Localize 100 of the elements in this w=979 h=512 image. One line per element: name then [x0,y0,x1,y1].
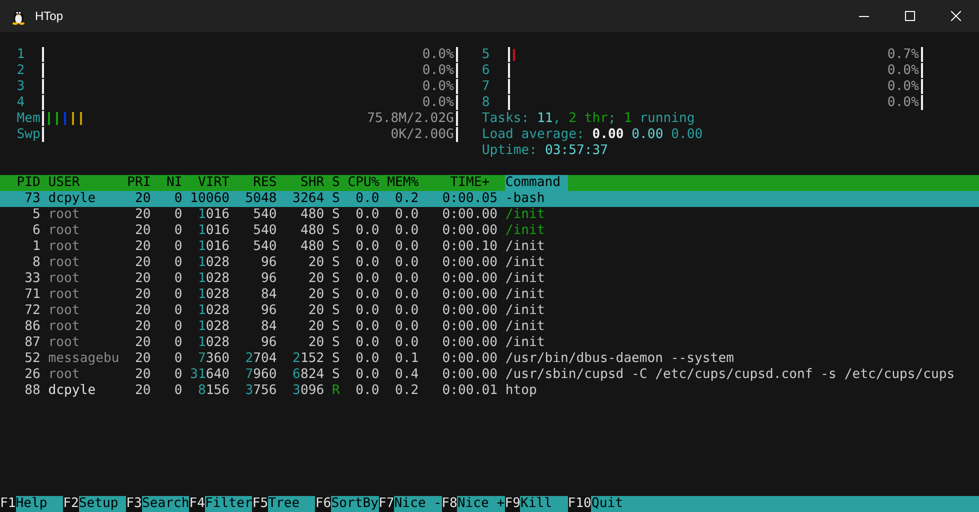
function-key-button[interactable]: F3Search [126,496,190,512]
column-header[interactable]: NI [158,175,182,191]
column-header[interactable]: Command [505,175,568,191]
table-cell-text: 8156 [196,383,230,399]
table-cell-text: 6 [32,223,40,239]
table-cell-text: 0:00.10 [441,239,498,255]
function-key-button[interactable]: F10Quit [568,496,639,512]
table-cell-text: 20 [134,239,151,255]
cpu-label: 4 [16,95,26,111]
function-key-button[interactable]: F4Filter [189,496,252,512]
function-key-button[interactable]: F8Nice + [442,496,505,512]
table-cell-text: 0:00.00 [441,367,498,383]
process-row[interactable]: 72 root 20 0 1028 96 20 S 0.0 0.0 0:00.00 /init [0,303,979,319]
table-cell: /init [505,287,545,303]
table-cell-text: 1016 [196,239,230,255]
table-cell: /init [505,223,545,239]
cpu-label: 2 [16,63,26,79]
process-row[interactable]: 8 root 20 0 1028 96 20 S 0.0 0.0 0:00.00 /init [0,255,979,271]
table-cell-text: root [48,303,81,319]
swap-reading: 0K/2.00G [390,126,454,142]
cpu-label: 7 [482,79,491,95]
column-header[interactable]: TIME+ [426,175,498,191]
memory-reading: 75.8M/2.02G [367,110,454,126]
column-header[interactable]: PRI [127,175,151,191]
process-row[interactable]: 86 root 20 0 1028 84 20 S 0.0 0.0 0:00.00 /init [0,319,979,335]
table-cell-text: 20 [307,255,324,271]
cpu-reading: 0.0% [887,94,919,110]
table-cell: 31640 [190,367,230,383]
column-header[interactable]: VIRT [190,175,230,191]
table-cell-text: 0 [173,319,182,335]
table-cell-text: 0 [173,351,182,367]
table-cell-text: 0.0 [354,271,380,287]
cpu-reading: 0.7% [887,46,919,62]
table-cell-text: root [48,239,81,255]
table-cell-text: 0:00.00 [441,303,498,319]
table-cell-text: 2704 [244,351,277,367]
function-key-button[interactable]: F2Setup [63,496,126,512]
table-cell-text: 1016 [196,207,230,223]
table-cell-text: 0.0 [354,239,380,255]
column-header[interactable]: SHR [284,175,324,191]
table-cell-text: 540 [252,239,277,255]
cpu-reading: 0.0% [887,78,919,94]
process-row[interactable]: 73 dcpyle 20 0 10060 5048 3264 S 0.0 0.2 0:00.05 -bash [0,191,979,207]
table-cell-text: 20 [307,271,324,287]
process-row[interactable]: 71 root 20 0 1028 84 20 S 0.0 0.0 0:00.00 /init [0,287,979,303]
table-cell-text: 0.0 [354,383,380,399]
column-header[interactable]: CPU% [348,175,380,191]
table-cell-text: 0.0 [394,271,419,287]
table-cell: -bash [505,191,545,207]
table-cell-text: 0:00.01 [441,383,498,399]
function-key-button[interactable]: F6SortBy [315,496,379,512]
table-cell-text: 0.0 [394,303,419,319]
function-key-button[interactable]: F9Kill [504,496,568,512]
table-cell-text: 20 [134,351,151,367]
table-cell-text: 84 [260,319,277,335]
column-header[interactable]: USER [48,175,120,191]
process-row[interactable]: 87 root 20 0 1028 96 20 S 0.0 0.0 0:00.00 /init [0,335,979,351]
process-row[interactable]: 88 dcpyle 20 0 8156 3756 3096 R 0.0 0.2 0:00.01 htop [0,383,979,399]
table-cell: /usr/sbin/cupsd -C /etc/cups/cupsd.conf -s /etc/cups/cups [505,367,955,383]
cpu-reading: 0.0% [887,62,919,78]
table-cell-text: 0 [173,383,182,399]
table-cell-text: 72 [24,303,40,319]
table-cell-text: 20 [134,191,151,207]
table-cell: 10060 [190,191,230,207]
table-cell-text: 0 [173,287,182,303]
table-cell-text: 0.0 [394,255,419,271]
table-cell-text: 96 [260,255,277,271]
table-cell-text: 20 [134,223,151,239]
table-cell-text: 5048 [244,191,277,207]
system-info-line: Load average: 0.00 0.00 0.00 [482,127,703,143]
column-header[interactable]: S [332,175,340,191]
table-cell: S [332,335,340,351]
table-cell-text: 0:00.00 [441,319,498,335]
table-cell-text: 88 [24,383,40,399]
table-cell: /init [505,207,545,223]
table-cell-text: 0:00.00 [441,255,498,271]
table-cell-text: 33 [24,271,40,287]
table-cell-text: 0 [173,191,182,207]
process-row[interactable]: 26 root 20 0 31640 7960 6824 S 0.0 0.4 0:00.00 /usr/sbin/cupsd -C /etc/cups/cupsd.conf -s /etc/cups/cups [0,367,979,383]
table-cell-text: 96 [260,335,277,351]
process-row[interactable]: 33 root 20 0 1028 96 20 S 0.0 0.0 0:00.00 /init [0,271,979,287]
table-cell-text: 7960 [244,367,277,383]
table-cell-text: 0:00.00 [441,287,498,303]
process-row[interactable]: 6 root 20 0 1016 540 480 S 0.0 0.0 0:00.00 /init [0,223,979,239]
process-row[interactable]: 1 root 20 0 1016 540 480 S 0.0 0.0 0:00.10 /init [0,239,979,255]
process-row[interactable]: 52 messagebu 20 0 7360 2704 2152 S 0.0 0.1 0:00.00 /usr/bin/dbus-daemon --system [0,351,979,367]
function-key-button[interactable]: F1Help [0,496,64,512]
function-key-button[interactable]: F5Tree [252,496,316,512]
table-cell-text: 5 [32,207,40,223]
table-cell-text: 2152 [292,351,324,367]
process-row[interactable]: 5 root 20 0 1016 540 480 S 0.0 0.0 0:00.00 /init [0,207,979,223]
column-header[interactable]: PID [1,175,40,191]
column-header[interactable]: MEM% [387,175,419,191]
function-key-button[interactable]: F7Nice - [378,496,442,512]
table-cell-text: 3096 [292,383,324,399]
column-header[interactable]: RES [237,175,277,191]
table-cell: S [332,255,340,271]
table-cell-text: 7360 [196,351,230,367]
table-cell-text: 20 [134,255,151,271]
table-cell-text: 20 [307,287,324,303]
